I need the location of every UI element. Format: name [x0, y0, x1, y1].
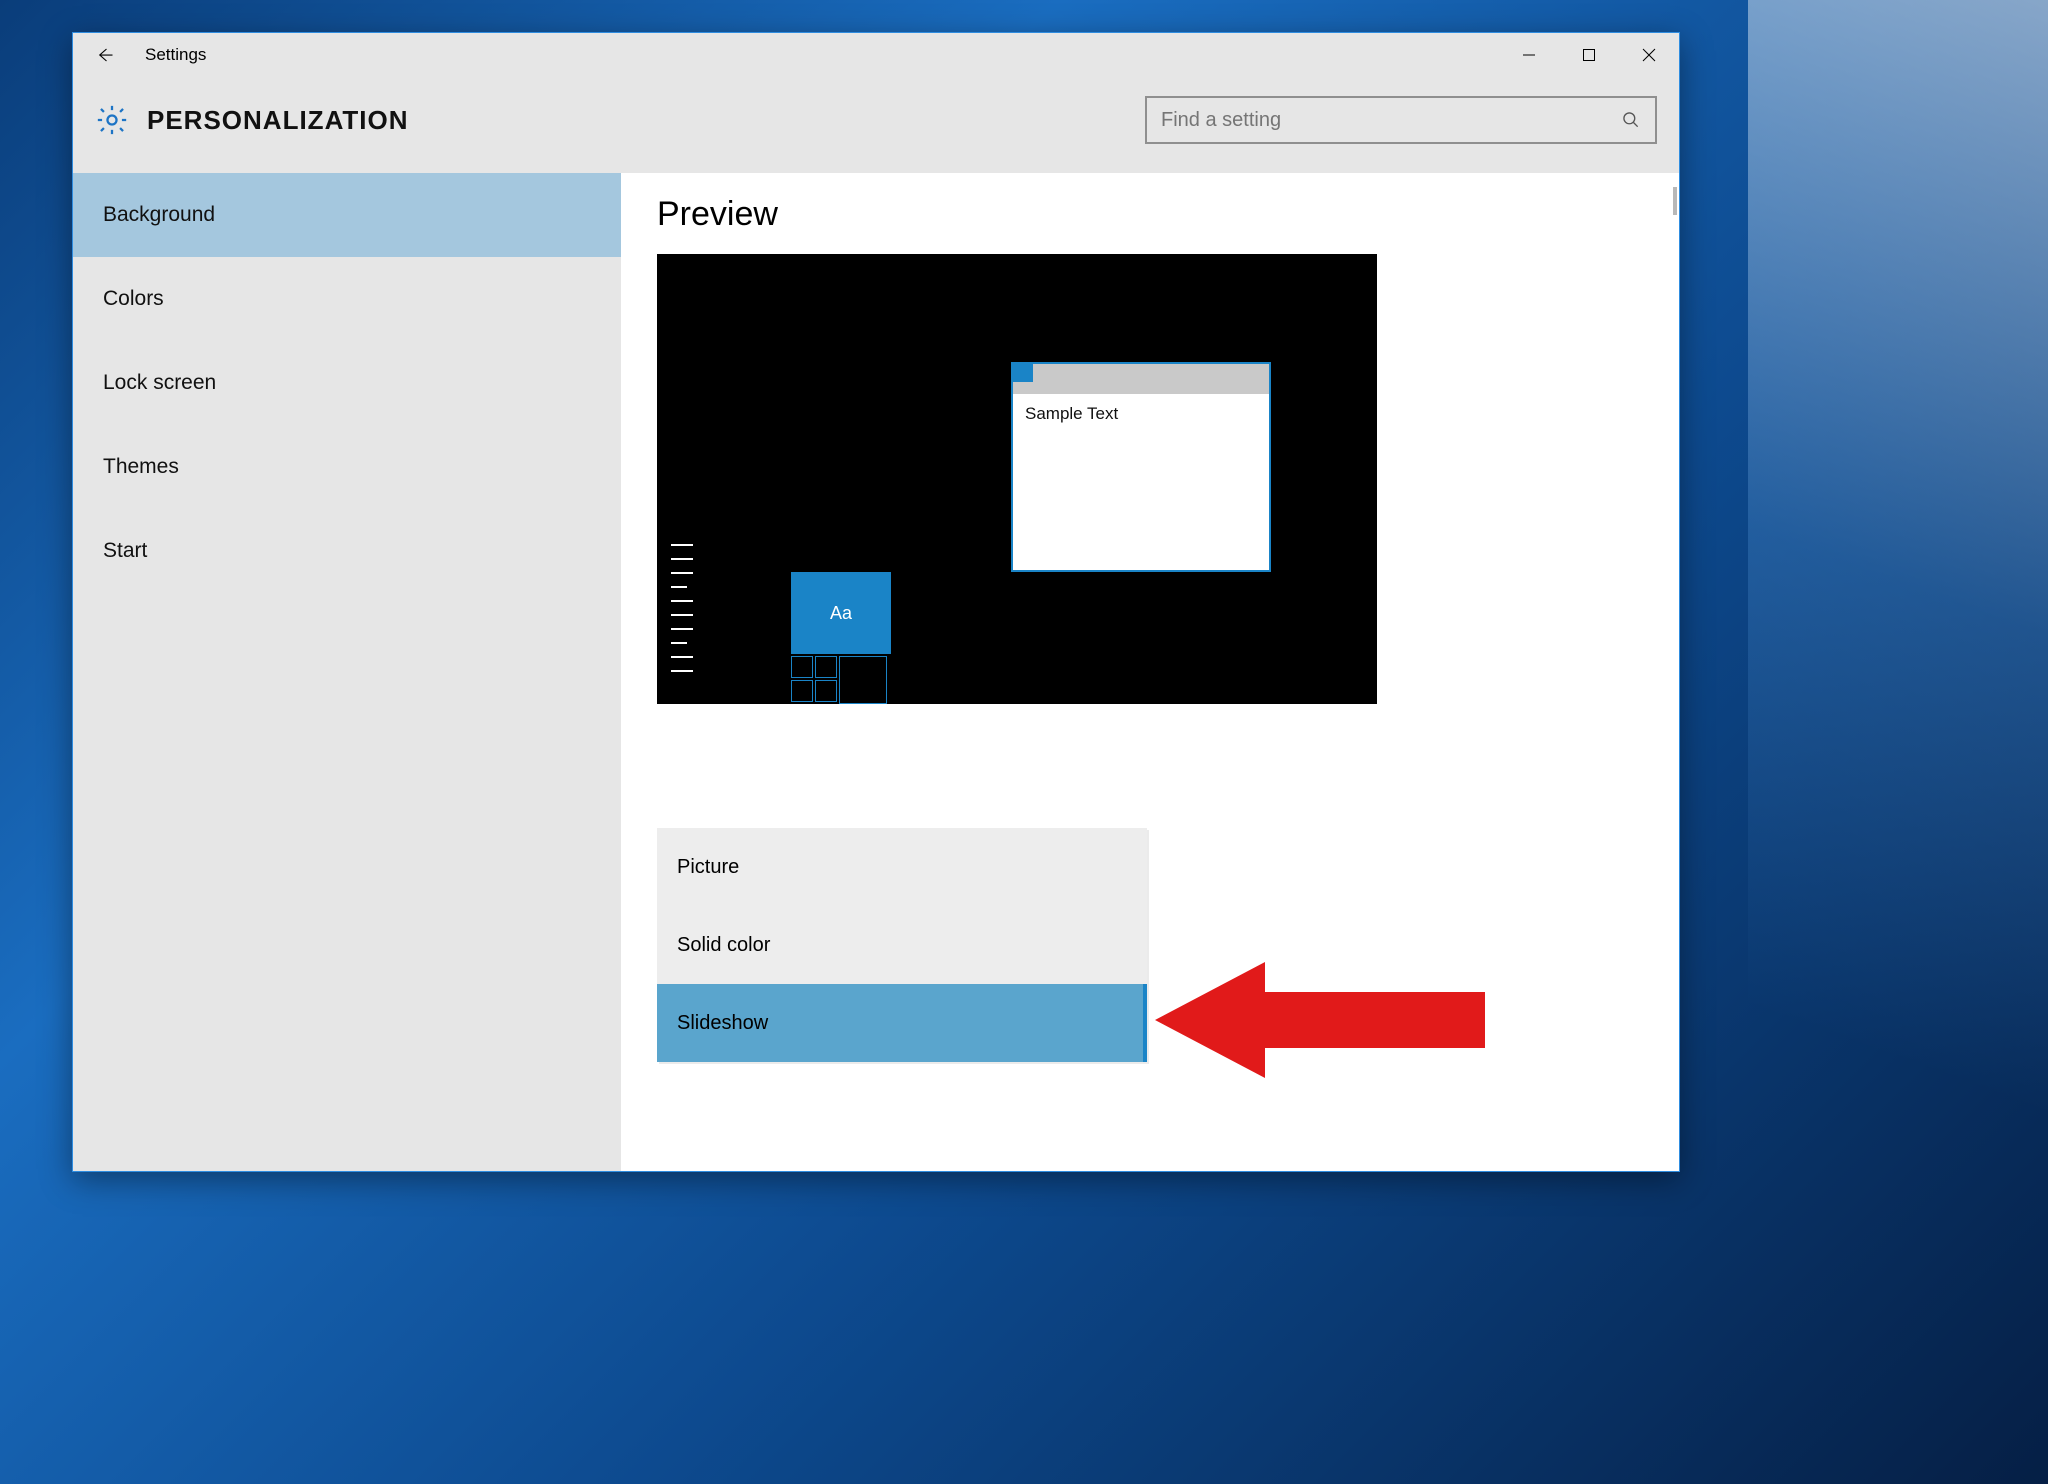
sidebar-item-lock-screen[interactable]: Lock screen: [73, 341, 621, 425]
annotation-arrow-icon: [1155, 962, 1485, 1078]
minimize-button[interactable]: [1499, 33, 1559, 77]
search-box[interactable]: [1145, 96, 1657, 144]
maximize-icon: [1582, 48, 1596, 62]
sample-text: Sample Text: [1013, 394, 1269, 434]
window-controls: [1499, 33, 1679, 77]
sidebar-item-label: Colors: [103, 287, 164, 311]
taskbar-ruler: [671, 534, 693, 704]
sidebar-item-label: Start: [103, 539, 147, 563]
search-icon: [1621, 110, 1641, 130]
scrollbar[interactable]: [1673, 187, 1677, 215]
sidebar-item-themes[interactable]: Themes: [73, 425, 621, 509]
content-pane: Preview Aa: [621, 173, 1679, 1171]
sidebar: Background Colors Lock screen Themes Sta…: [73, 173, 621, 1171]
background-type-dropdown[interactable]: Picture Solid color Slideshow: [657, 828, 1147, 1062]
settings-window: Settings PERSONALIZATION Bac: [72, 32, 1680, 1172]
dropdown-option-slideshow[interactable]: Slideshow: [657, 984, 1147, 1062]
minimize-icon: [1522, 48, 1536, 62]
section-title: PERSONALIZATION: [147, 105, 409, 136]
close-button[interactable]: [1619, 33, 1679, 77]
gear-icon: [95, 103, 129, 137]
window-title: Settings: [145, 45, 206, 65]
start-tiles: Aa: [791, 572, 891, 704]
sidebar-item-label: Themes: [103, 455, 179, 479]
sidebar-item-colors[interactable]: Colors: [73, 257, 621, 341]
sample-window-tab: [1013, 362, 1033, 382]
dropdown-option-solid-color[interactable]: Solid color: [657, 906, 1147, 984]
close-icon: [1642, 48, 1656, 62]
sample-window-titlebar: [1013, 364, 1269, 394]
search-input[interactable]: [1161, 109, 1621, 132]
tile-large: Aa: [791, 572, 891, 654]
back-arrow-icon: [96, 46, 114, 64]
sample-window: Sample Text: [1011, 362, 1271, 572]
maximize-button[interactable]: [1559, 33, 1619, 77]
sidebar-item-label: Background: [103, 203, 215, 227]
dropdown-option-label: Picture: [677, 856, 739, 879]
titlebar: Settings: [73, 33, 1679, 77]
tile-text: Aa: [830, 603, 852, 624]
back-button[interactable]: [85, 35, 125, 75]
dropdown-option-label: Slideshow: [677, 1012, 768, 1035]
body: Background Colors Lock screen Themes Sta…: [73, 173, 1679, 1171]
header-row: PERSONALIZATION: [73, 77, 1679, 173]
sidebar-item-start[interactable]: Start: [73, 509, 621, 593]
preview-heading: Preview: [657, 195, 1643, 234]
dropdown-option-picture[interactable]: Picture: [657, 828, 1147, 906]
dropdown-option-label: Solid color: [677, 934, 770, 957]
desktop-preview: Aa Sample Text: [657, 254, 1377, 704]
sidebar-item-label: Lock screen: [103, 371, 216, 395]
selection-accent: [1143, 984, 1147, 1062]
sidebar-item-background[interactable]: Background: [73, 173, 621, 257]
